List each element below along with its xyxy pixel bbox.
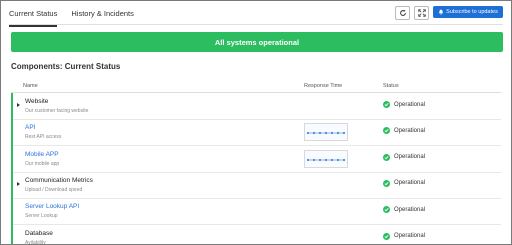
status-label: Operational xyxy=(394,180,426,187)
sparkline-point xyxy=(342,158,346,161)
status-label: Operational xyxy=(394,154,426,161)
response-time-sparkline xyxy=(304,149,348,168)
table-row[interactable]: Website Our customer facing website Operat… xyxy=(13,93,501,120)
component-status: Operational xyxy=(383,232,426,240)
component-name[interactable]: Server Lookup API xyxy=(25,203,79,210)
component-status: Operational xyxy=(383,206,426,214)
fullscreen-button[interactable] xyxy=(414,6,429,20)
component-status: Operational xyxy=(383,127,426,135)
sparkline-point xyxy=(306,158,310,161)
component-name: Website xyxy=(25,98,49,105)
status-label: Operational xyxy=(394,233,426,239)
sparkline-point xyxy=(336,158,340,161)
check-circle-icon xyxy=(383,206,390,214)
sparkline-point xyxy=(312,158,316,161)
component-status: Operational xyxy=(383,101,425,108)
check-circle-icon xyxy=(383,101,390,108)
sparkline-point xyxy=(318,158,322,161)
sparkline-point xyxy=(342,132,346,135)
column-header-name: Name xyxy=(23,83,38,89)
tab-divider xyxy=(9,24,503,25)
status-label: Operational xyxy=(394,206,426,213)
sparkline-point xyxy=(312,132,316,135)
sparkline-point xyxy=(324,132,328,135)
check-circle-icon xyxy=(383,153,390,161)
component-description: Our customer facing website xyxy=(25,108,89,114)
sparkline-point xyxy=(318,132,322,135)
sparkline-point xyxy=(306,132,310,135)
subscribe-button[interactable]: Subscribe to updates xyxy=(433,6,503,18)
subscribe-label: Subscribe to updates xyxy=(446,9,498,15)
sparkline-point xyxy=(324,158,328,161)
component-description: Our mobile app xyxy=(25,160,60,167)
table-row[interactable]: Communication Metrics Upload / Download s… xyxy=(13,172,501,199)
bell-icon xyxy=(439,9,444,15)
response-time-sparkline xyxy=(304,123,348,142)
status-banner: All systems operational xyxy=(11,32,503,52)
expand-caret-icon[interactable] xyxy=(17,103,20,107)
column-header-response-time: Response Time xyxy=(304,83,343,89)
component-status: Operational xyxy=(383,179,426,187)
component-description: Avilability xyxy=(25,239,46,245)
status-label: Operational xyxy=(394,101,426,108)
fullscreen-icon xyxy=(417,9,426,17)
status-label: Operational xyxy=(394,127,426,134)
component-name: Database xyxy=(25,229,53,237)
component-name: Communication Metrics xyxy=(25,176,93,184)
table-row: Database Avilability Operational xyxy=(13,225,501,245)
component-description: Server Lookup xyxy=(25,213,58,220)
refresh-icon xyxy=(399,9,406,16)
table-row: API Rest API access Operational xyxy=(13,119,501,147)
status-page: Current Status History & Incidents Subsc… xyxy=(0,0,512,245)
component-name[interactable]: API xyxy=(25,124,35,131)
tab-history-incidents[interactable]: History & Incidents xyxy=(71,7,134,25)
refresh-button[interactable] xyxy=(395,6,410,20)
component-status: Operational xyxy=(383,153,426,161)
component-name[interactable]: Mobile APP xyxy=(25,151,59,158)
component-description: Upload / Download speed xyxy=(25,186,83,193)
section-title: Components: Current Status xyxy=(11,62,121,71)
table-row: Mobile APP Our mobile app Operational xyxy=(13,146,501,173)
check-circle-icon xyxy=(383,232,390,240)
table-row: Server Lookup API Server Lookup Operationa… xyxy=(13,198,501,226)
component-description: Rest API access xyxy=(25,134,62,141)
sparkline-point xyxy=(336,132,340,135)
sparkline-point xyxy=(330,158,334,161)
check-circle-icon xyxy=(383,127,390,135)
column-header-status: Status xyxy=(383,83,399,89)
expand-caret-icon[interactable] xyxy=(17,181,20,186)
sparkline-point xyxy=(330,132,334,135)
check-circle-icon xyxy=(383,179,390,187)
